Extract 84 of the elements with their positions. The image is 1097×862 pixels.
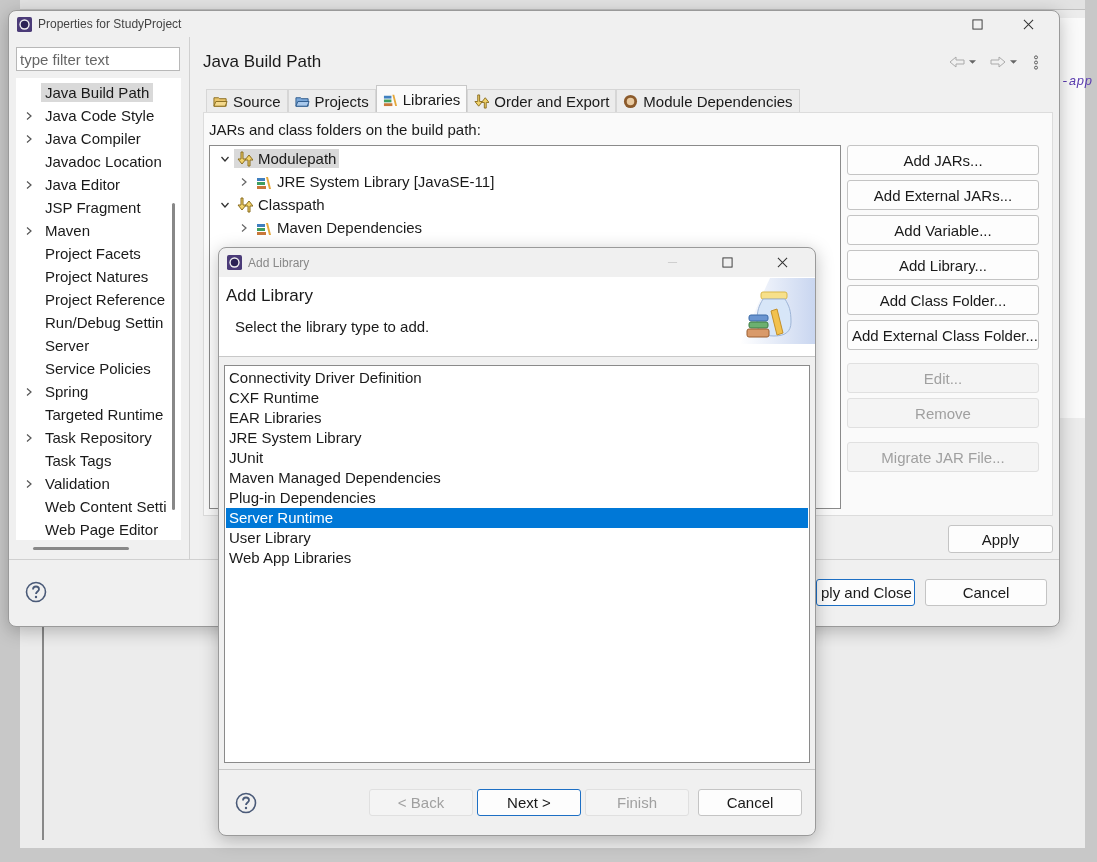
dialog-button[interactable]: Cancel [698, 789, 802, 816]
arrows-icon [237, 196, 253, 213]
chevron-right-icon[interactable] [24, 386, 34, 397]
caret-icon[interactable] [1010, 59, 1017, 65]
category-item[interactable]: Run/Debug Settin [41, 313, 168, 332]
app-icon [227, 255, 242, 270]
app-icon [17, 16, 32, 32]
category-item[interactable]: Server [41, 336, 94, 355]
side-button[interactable]: Add JARs... [847, 145, 1039, 175]
filter-field[interactable]: type filter text [16, 47, 180, 71]
category-item[interactable]: Service Policies [41, 359, 155, 378]
section-label: JARs and class folders on the build path: [209, 121, 482, 140]
side-button[interactable]: Add Library... [847, 250, 1039, 280]
tab[interactable]: Source [206, 89, 288, 112]
category-item[interactable]: Spring [41, 382, 93, 401]
chevron-right-icon[interactable] [24, 478, 34, 489]
side-button[interactable]: Add External Class Folder... [847, 320, 1039, 350]
chevron-right-icon[interactable] [24, 179, 34, 190]
tree-item[interactable]: JRE System Library [JavaSE-11] [253, 172, 498, 191]
close-icon[interactable] [777, 257, 788, 268]
chevron-right-icon[interactable] [24, 110, 34, 121]
module-icon [623, 93, 639, 109]
chevron-right-icon[interactable] [24, 225, 34, 236]
category-item[interactable]: Web Content Setti [41, 497, 171, 516]
category-item[interactable]: JSP Fragment [41, 198, 145, 217]
dialog-description: Select the library type to add. [235, 318, 431, 335]
category-item[interactable]: Java Compiler [41, 129, 145, 148]
scrollbar[interactable] [33, 547, 129, 550]
library-type-item[interactable]: JRE System Library [226, 428, 808, 448]
tree-item[interactable]: Maven Dependencies [253, 218, 426, 237]
footer-button[interactable]: ply and Close [816, 578, 915, 606]
category-item[interactable]: Java Editor [41, 175, 125, 194]
arrows-icon [474, 93, 490, 109]
apply-button[interactable]: Apply [948, 525, 1053, 553]
dialog-button[interactable]: Next > [477, 789, 581, 816]
more-icon[interactable] [1033, 54, 1039, 70]
maximize-icon[interactable] [972, 18, 983, 30]
code-text: -app [1061, 74, 1093, 89]
chevron-right-icon[interactable] [24, 133, 34, 144]
close-icon[interactable] [1023, 18, 1034, 30]
chevron-right-icon[interactable] [24, 432, 34, 443]
chevron-right-icon[interactable] [239, 222, 249, 233]
category-item[interactable]: Project Reference [41, 290, 170, 309]
library-type-item[interactable]: Connectivity Driver Definition [226, 368, 808, 388]
side-button[interactable]: Add Variable... [847, 215, 1039, 245]
side-button[interactable]: Add Class Folder... [847, 285, 1039, 315]
tab[interactable]: Module Dependencies [616, 89, 800, 112]
tree-item[interactable]: Classpath [234, 195, 328, 214]
library-type-item[interactable]: Server Runtime [226, 508, 808, 528]
library-type-item[interactable]: Plug-in Dependencies [226, 488, 808, 508]
library-type-item[interactable]: Web App Libraries [226, 548, 808, 568]
tree-item[interactable]: Modulepath [234, 149, 340, 168]
category-item[interactable]: Targeted Runtime [41, 405, 168, 424]
footer-button[interactable]: Cancel [925, 578, 1047, 606]
category-item[interactable]: Validation [41, 474, 114, 493]
library-type-item[interactable]: Maven Managed Dependencies [226, 468, 808, 488]
page-title: Java Build Path [203, 52, 322, 72]
maximize-icon[interactable] [722, 257, 733, 268]
category-item[interactable]: Java Code Style [41, 106, 159, 125]
library-type-item[interactable]: EAR Libraries [226, 408, 808, 428]
category-item[interactable]: Project Facets [41, 244, 145, 263]
tab[interactable]: Projects [287, 89, 376, 112]
category-item[interactable]: Java Build Path [41, 83, 154, 102]
dialog-heading: Add Library [226, 286, 314, 306]
category-item[interactable]: Web Page Editor [41, 520, 163, 539]
scrollbar[interactable] [172, 203, 175, 510]
dialog-title: Add Library [248, 255, 310, 270]
side-button[interactable]: Add External JARs... [847, 180, 1039, 210]
tab[interactable]: Order and Export [467, 89, 617, 112]
category-item[interactable]: Maven [41, 221, 95, 240]
arrows-icon [237, 150, 253, 167]
help-icon[interactable] [25, 581, 47, 603]
help-icon[interactable] [235, 791, 257, 814]
tab[interactable]: Libraries [375, 85, 468, 112]
window-title: Properties for StudyProject [38, 17, 182, 31]
chevron-right-icon[interactable] [239, 176, 249, 187]
library-type-item[interactable]: User Library [226, 528, 808, 548]
category-item[interactable]: Task Repository [41, 428, 156, 447]
category-item[interactable]: Project Natures [41, 267, 153, 286]
category-item[interactable]: Task Tags [41, 451, 116, 470]
library-type-item[interactable]: JUnit [226, 448, 808, 468]
library-type-item[interactable]: CXF Runtime [226, 388, 808, 408]
category-item[interactable]: Javadoc Location [41, 152, 166, 171]
caret-icon[interactable] [969, 59, 976, 65]
